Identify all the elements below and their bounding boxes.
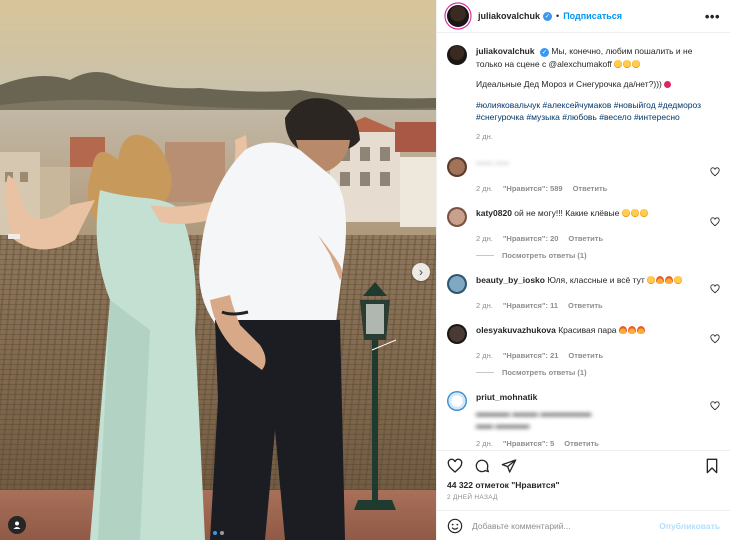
comment-time: 2 дн.: [476, 351, 493, 360]
avatar[interactable]: [447, 207, 467, 227]
fire-emoji-icon: [627, 326, 636, 334]
heart-icon[interactable]: [710, 334, 720, 344]
caption: juliakovalchuk ✓ Мы, конечно, любим поша…: [447, 45, 720, 143]
comment-input[interactable]: Добавьте комментарий...: [472, 521, 659, 531]
caption-line2: Идеальные Дед Мороз и Снегурочка да/нет?…: [476, 79, 662, 89]
view-replies-label: Посмотреть ответы (1): [502, 368, 587, 377]
view-replies-label: Посмотреть ответы (1): [502, 251, 587, 260]
comment-likes[interactable]: "Нравится": 589: [503, 184, 563, 193]
verified-icon: ✓: [543, 11, 553, 21]
heart-eyes-emoji-icon: [630, 209, 639, 217]
likes-count[interactable]: 44 322 отметок "Нравится": [437, 480, 730, 490]
follow-button[interactable]: Подписаться: [563, 11, 622, 21]
bookmark-icon[interactable]: [704, 458, 720, 474]
view-replies-button[interactable]: Посмотреть ответы (1): [476, 251, 720, 260]
comment-time: 2 дн.: [476, 301, 493, 310]
avatar[interactable]: [447, 274, 467, 294]
carousel-dot: [219, 531, 224, 535]
post-date: 2 дней назад: [447, 494, 498, 501]
heart-eyes-emoji-icon: [621, 209, 630, 217]
caption-time: 2 дн.: [476, 131, 493, 141]
fire-emoji-icon: [656, 276, 665, 284]
reply-button[interactable]: Ответить: [573, 184, 608, 193]
post-header: juliakovalchuk ✓ • Подписаться •••: [437, 0, 730, 33]
grin-emoji-icon: [632, 59, 641, 68]
comment-time: 2 дн.: [476, 184, 493, 193]
heart-emoji-icon: [662, 79, 673, 90]
avatar[interactable]: [447, 157, 467, 177]
comment-likes[interactable]: "Нравится": 5: [503, 439, 554, 448]
comment-text: Красивая пара: [558, 325, 617, 335]
reply-button[interactable]: Ответить: [568, 301, 603, 310]
heart-icon[interactable]: [710, 167, 720, 177]
heart-icon[interactable]: [710, 284, 720, 294]
comment-username[interactable]: ······ ·····: [476, 158, 510, 168]
comment-item: beauty_by_iosko Юля, классные и всё тут …: [447, 274, 720, 310]
heart-icon[interactable]: [710, 217, 720, 227]
post-side-panel: juliakovalchuk ✓ • Подписаться ••• julia…: [436, 0, 730, 540]
comment-likes[interactable]: "Нравится": 21: [503, 351, 559, 360]
comment-icon[interactable]: [474, 458, 490, 474]
carousel-indicator: [0, 531, 436, 535]
comment-username[interactable]: beauty_by_iosko: [476, 275, 545, 285]
comment-likes[interactable]: "Нравится": 20: [503, 234, 559, 243]
photo-people: [5, 98, 397, 540]
next-slide-button[interactable]: ›: [412, 263, 430, 281]
more-options-button[interactable]: •••: [705, 9, 720, 24]
comment-username[interactable]: priut_mohnatik: [476, 392, 537, 402]
post-comment-button[interactable]: Опубликовать: [659, 521, 720, 531]
view-replies-button[interactable]: Посмотреть ответы (1): [476, 368, 720, 377]
grin-emoji-icon: [623, 59, 632, 68]
comment-text: Юля, классные и всё тут: [547, 275, 645, 285]
comment-time: 2 дн.: [476, 234, 493, 243]
comment-item: priut_mohnatik ▬▬▬▬ ▬▬▬ ▬▬▬▬▬▬ ▬▬ ▬▬▬▬ 2…: [447, 391, 720, 448]
fire-emoji-icon: [636, 326, 645, 334]
tag-user-icon: [13, 521, 21, 529]
comment-item: katy0820 ой не могу!!! Какие клёвые 2 дн…: [447, 207, 720, 260]
chevron-right-icon: ›: [419, 265, 423, 279]
fire-emoji-icon: [665, 276, 674, 284]
heart-icon[interactable]: [710, 401, 720, 411]
comment-item: olesyakuvazhukova Красивая пара 2 дн. "Н…: [447, 324, 720, 377]
comment-likes[interactable]: "Нравится": 11: [503, 301, 558, 310]
grin-emoji-icon: [614, 59, 623, 68]
clap-emoji-icon: [674, 276, 683, 284]
reply-button[interactable]: Ответить: [564, 439, 599, 448]
avatar[interactable]: [447, 324, 467, 344]
carousel-dot-active: [212, 531, 217, 535]
author-username[interactable]: juliakovalchuk: [478, 11, 540, 21]
emoji-icon[interactable]: [447, 518, 463, 534]
comment-text: ой не могу!!! Какие клёвые: [514, 208, 620, 218]
share-icon[interactable]: [501, 458, 517, 474]
post-modal: › juliakovalchuk ✓ • Подписаться ••• jul…: [0, 0, 730, 540]
comment-username[interactable]: katy0820: [476, 208, 512, 218]
avatar[interactable]: [447, 5, 469, 27]
comment-time: 2 дн.: [476, 438, 493, 448]
verified-icon: ✓: [539, 48, 549, 57]
reply-button[interactable]: Ответить: [568, 234, 603, 243]
heart-eyes-emoji-icon: [639, 209, 648, 217]
heart-icon[interactable]: [447, 458, 463, 474]
avatar[interactable]: [447, 45, 467, 65]
comment-username[interactable]: olesyakuvazhukova: [476, 325, 556, 335]
caption-hashtags[interactable]: #юлияковальчук #алексейчумаков #новыйгод…: [476, 99, 704, 124]
caption-username[interactable]: juliakovalchuk: [476, 46, 535, 56]
comment-item: ······ ····· 2 дн. "Нравится": 589 Ответ…: [447, 157, 720, 193]
fire-emoji-icon: [618, 326, 627, 334]
comments-list[interactable]: juliakovalchuk ✓ Мы, конечно, любим поша…: [437, 33, 730, 450]
header-separator: •: [556, 11, 560, 21]
add-comment-bar: Добавьте комментарий... Опубликовать: [437, 510, 730, 540]
post-photo[interactable]: ›: [0, 0, 436, 540]
avatar[interactable]: [447, 391, 467, 411]
reply-button[interactable]: Ответить: [568, 351, 603, 360]
heart-eyes-emoji-icon: [647, 276, 656, 284]
post-actions: [437, 450, 730, 480]
